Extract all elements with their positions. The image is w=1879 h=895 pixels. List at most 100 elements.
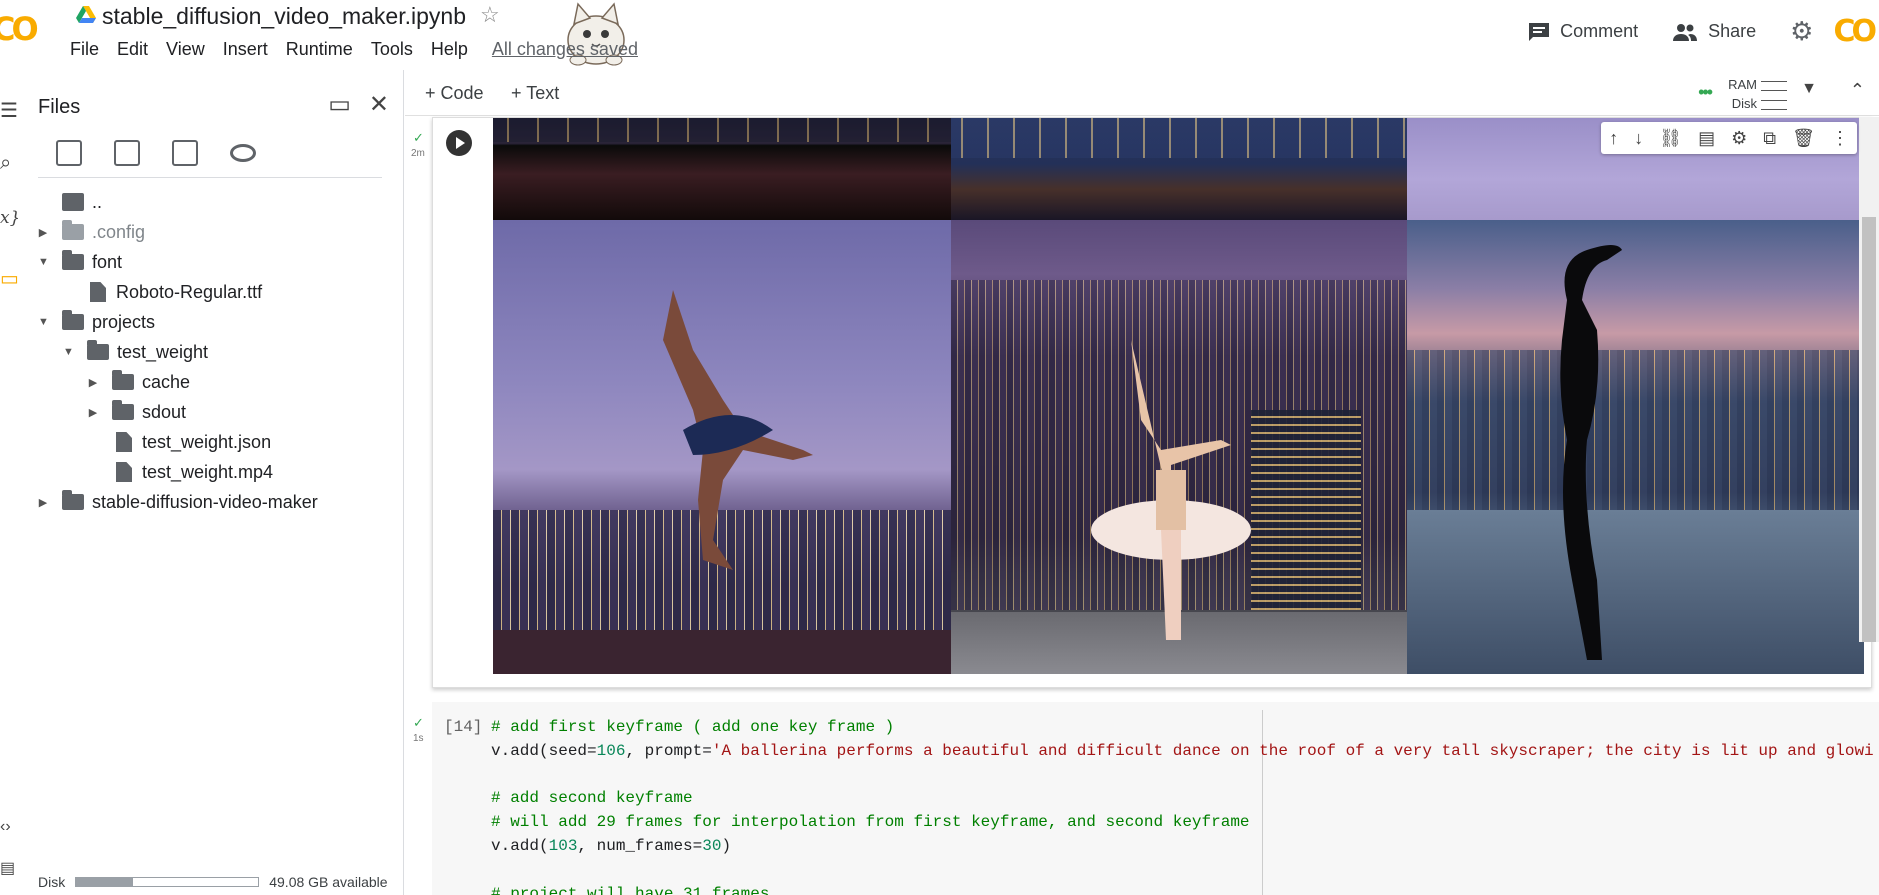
menu-insert[interactable]: Insert <box>223 39 279 60</box>
execution-time: 2m <box>411 148 425 159</box>
comment-button[interactable]: Comment <box>1528 21 1638 42</box>
mount-drive-icon[interactable] <box>172 140 198 166</box>
add-code-button[interactable]: + Code <box>425 83 484 104</box>
code-token: 103 <box>548 836 578 855</box>
tree-row-config[interactable]: ▶ .config <box>18 217 404 247</box>
notebook-title[interactable]: stable_diffusion_video_maker.ipynb <box>102 3 466 30</box>
caret-right-icon[interactable]: ▶ <box>88 406 98 419</box>
ram-meter <box>1761 80 1787 91</box>
colab-logo[interactable]: CO <box>0 10 52 48</box>
notebook-toolbar: + Code + Text ••• RAM Disk ▼ ⌃ <box>405 70 1879 116</box>
silhouette-figure <box>1560 245 1622 660</box>
files-toolbar <box>56 140 256 166</box>
tree-row-projects[interactable]: ▼ projects <box>18 307 404 337</box>
tree-row-mp4[interactable]: test_weight.mp4 <box>18 457 404 487</box>
code-line: # add first keyframe ( add one key frame… <box>491 716 1874 740</box>
code-token: # add second keyframe <box>491 789 693 808</box>
code-token: , num_frames= <box>577 836 703 855</box>
folder-icon <box>62 310 84 330</box>
comment-icon <box>1529 22 1550 41</box>
code-token: ) <box>721 836 732 855</box>
notebook-area: + Code + Text ••• RAM Disk ▼ ⌃ ✓ 2m ↑ ↓ … <box>405 70 1879 895</box>
settings-gear-icon[interactable]: ⚙ <box>1790 16 1813 47</box>
tree-item-label: projects <box>92 311 156 332</box>
code-token: # add first keyframe ( add one key frame… <box>491 718 895 736</box>
share-button[interactable]: Share <box>1672 21 1756 42</box>
folder-icon <box>62 250 84 270</box>
scrollbar-thumb[interactable] <box>1862 217 1876 642</box>
file-tree: .. ▶ .config ▼ font Roboto-Regular.ttf ▼… <box>18 187 404 517</box>
tree-row-sdout[interactable]: ▶ sdout <box>18 397 404 427</box>
code-snippets-icon[interactable]: ‹› <box>0 818 11 836</box>
header-actions: Comment Share ⚙ CO <box>1528 14 1879 49</box>
dropdown-icon[interactable]: ▼ <box>1801 80 1817 98</box>
upload-file-icon[interactable] <box>56 140 82 166</box>
collapse-up-icon[interactable]: ⌃ <box>1850 80 1865 101</box>
caret-right-icon[interactable]: ▶ <box>88 376 98 389</box>
caret-down-icon[interactable]: ▼ <box>38 256 49 268</box>
close-icon[interactable]: ✕ <box>369 90 389 119</box>
cell-settings-icon[interactable]: ⚙ <box>1731 128 1747 149</box>
tree-row-sd-video-maker[interactable]: ▶ stable-diffusion-video-maker <box>18 487 404 517</box>
add-text-button[interactable]: + Text <box>511 83 559 104</box>
output-image <box>951 118 1407 220</box>
tree-row-parent[interactable]: .. <box>18 187 404 217</box>
google-drive-icon <box>76 6 96 23</box>
tree-item-label: font <box>92 251 123 272</box>
connected-status-icon: ••• <box>1698 82 1713 102</box>
open-in-tab-icon[interactable]: ▭ <box>328 90 351 119</box>
code-cell[interactable]: [14] # add first keyframe ( add one key … <box>432 702 1879 895</box>
tree-row-json[interactable]: test_weight.json <box>18 427 404 457</box>
terminal-icon[interactable]: ▤ <box>0 858 15 878</box>
ram-label: RAM <box>1728 77 1757 92</box>
tree-item-label: test_weight <box>117 341 209 362</box>
output-cell[interactable]: ↑ ↓ ⛓ ▤ ⚙ ⧉ 🗑 ⋮ <box>432 117 1872 688</box>
link-icon[interactable]: ⛓ <box>1659 128 1682 149</box>
menu-edit[interactable]: Edit <box>117 39 159 60</box>
caret-down-icon[interactable]: ▼ <box>63 346 74 358</box>
files-folder-icon[interactable]: ▭ <box>0 266 19 291</box>
code-token: # will add 29 frames for interpolation f… <box>491 813 1250 832</box>
star-icon[interactable]: ☆ <box>480 2 500 28</box>
save-status[interactable]: All changes saved <box>492 39 649 60</box>
code-token: v.add(seed= <box>491 741 597 760</box>
move-down-icon[interactable]: ↓ <box>1634 128 1643 149</box>
menu-help[interactable]: Help <box>431 39 479 60</box>
cell-toolbar: ↑ ↓ ⛓ ▤ ⚙ ⧉ 🗑 ⋮ <box>1601 122 1857 154</box>
menu-file[interactable]: File <box>70 39 110 60</box>
folder-icon <box>62 490 84 510</box>
code-editor[interactable]: # add first keyframe ( add one key frame… <box>491 716 1874 895</box>
table-of-contents-icon[interactable]: ☰ <box>0 98 18 123</box>
disk-available: 49.08 GB available <box>269 874 388 890</box>
output-image-grid <box>493 118 1864 674</box>
tree-row-test-weight[interactable]: ▼ test_weight <box>18 337 404 367</box>
menu-view[interactable]: View <box>166 39 216 60</box>
more-vert-icon[interactable]: ⋮ <box>1831 128 1849 149</box>
output-scrollbar[interactable] <box>1859 117 1879 642</box>
files-panel: Files ▭ ✕ .. ▶ .config ▼ font Roboto-Reg <box>18 70 404 895</box>
run-cell-button[interactable] <box>446 130 472 156</box>
caret-right-icon[interactable]: ▶ <box>38 496 48 509</box>
tree-row-roboto[interactable]: Roboto-Regular.ttf <box>18 277 404 307</box>
caret-right-icon[interactable]: ▶ <box>38 226 48 239</box>
dancer-figure <box>1091 340 1251 640</box>
menu-runtime[interactable]: Runtime <box>286 39 364 60</box>
file-icon <box>90 282 106 302</box>
mirror-cell-icon[interactable]: ⧉ <box>1763 128 1776 149</box>
tree-row-cache[interactable]: ▶ cache <box>18 367 404 397</box>
caret-down-icon[interactable]: ▼ <box>38 316 49 328</box>
colab-account-logo[interactable]: CO <box>1833 14 1876 49</box>
tree-item-label: Roboto-Regular.ttf <box>116 281 263 302</box>
resource-monitor[interactable]: ••• RAM Disk <box>1698 75 1787 113</box>
comment-cell-icon[interactable]: ▤ <box>1698 128 1715 149</box>
menu-tools[interactable]: Tools <box>371 39 424 60</box>
refresh-folder-icon[interactable] <box>114 140 140 166</box>
move-up-icon[interactable]: ↑ <box>1609 128 1618 149</box>
tree-row-font[interactable]: ▼ font <box>18 247 404 277</box>
delete-icon[interactable]: 🗑 <box>1792 128 1815 149</box>
disk-meter-label: Disk <box>1731 96 1757 111</box>
app-header: CO stable_diffusion_video_maker.ipynb ☆ … <box>0 0 1879 70</box>
show-hidden-files-icon[interactable] <box>230 144 256 162</box>
search-icon[interactable]: ⌕ <box>0 152 11 175</box>
